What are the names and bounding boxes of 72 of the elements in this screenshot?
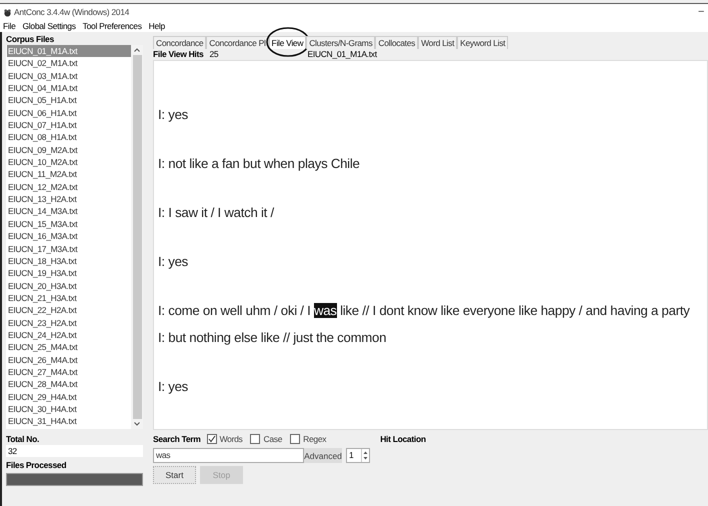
- hits-count: 25: [209, 49, 220, 60]
- file-list-item[interactable]: EIUCN_20_H3A.txt: [7, 280, 131, 292]
- file-list-item[interactable]: EIUCN_22_H2A.txt: [7, 304, 131, 317]
- file-list-item[interactable]: EIUCN_19_H3A.txt: [7, 267, 131, 280]
- file-list-item[interactable]: EIUCN_16_M3A.txt: [7, 230, 131, 242]
- file-list-item[interactable]: EIUCN_07_H1A.txt: [7, 119, 131, 132]
- file-list-item[interactable]: EIUCN_12_M2A.txt: [7, 180, 131, 194]
- text-line: I: yes: [158, 378, 190, 396]
- file-list-item[interactable]: EIUCN_13_H2A.txt: [7, 193, 131, 206]
- file-list-item[interactable]: EIUCN_08_H1A.txt: [7, 131, 131, 144]
- file-list-item[interactable]: EIUCN_02_M1A.txt: [7, 57, 131, 70]
- count-field: 32: [6, 445, 143, 457]
- file-list-item[interactable]: EIUCN_15_M3A.txt: [7, 218, 131, 230]
- menu-item[interactable]: Global Settings: [22, 20, 76, 32]
- file-list-item[interactable]: EIUCN_11_M2A.txt: [7, 168, 131, 181]
- menu-item[interactable]: File: [3, 20, 16, 32]
- check-icon: [208, 435, 216, 443]
- file-list-item[interactable]: EIUCN_04_M1A.txt: [7, 82, 131, 94]
- tab[interactable]: Clusters/N-Grams: [306, 36, 376, 49]
- label: Search Term: [153, 434, 201, 444]
- window-title: AntConc 3.4.4w (Windows) 2014: [14, 7, 130, 17]
- file-list-item[interactable]: EIUCN_24_H2A.txt: [7, 328, 131, 342]
- text-line: I: I saw it / I watch it /: [158, 204, 276, 222]
- file-list-item[interactable]: EIUCN_14_M3A.txt: [7, 205, 131, 218]
- tab[interactable]: Word List: [418, 36, 458, 49]
- file-name: EIUCN_01_M1A.txt: [307, 49, 377, 60]
- tab[interactable]: Keyword List: [457, 36, 508, 49]
- file-list-item[interactable]: EIUCN_23_H2A.txt: [7, 316, 131, 329]
- panel-heading: Total No.: [6, 434, 40, 445]
- file-list-item[interactable]: EIUCN_25_M4A.txt: [7, 341, 131, 354]
- file-list-item[interactable]: EIUCN_09_M2A.txt: [7, 144, 131, 156]
- file-list-item[interactable]: EIUCN_21_H3A.txt: [7, 292, 131, 304]
- text-line: I: not like a fan but when plays Chile: [158, 155, 361, 173]
- panel-heading: Corpus Files: [6, 34, 55, 45]
- file-list-item[interactable]: EIUCN_03_M1A.txt: [7, 70, 131, 82]
- checkbox[interactable]: Regex: [290, 434, 326, 444]
- file-list-item[interactable]: EIUCN_29_H4A.txt: [7, 390, 131, 403]
- file-list-item[interactable]: EIUCN_31_H4A.txt: [7, 415, 131, 428]
- label: File View Hits: [153, 49, 204, 60]
- app-icon: [3, 8, 12, 16]
- action-button[interactable]: Start: [153, 466, 196, 484]
- tab[interactable]: File View: [268, 36, 306, 49]
- scroll-up-icon[interactable]: [134, 48, 140, 52]
- spin-box[interactable]: 1: [346, 448, 370, 463]
- label: Hit Location: [380, 434, 426, 444]
- spinner-arrows-icon[interactable]: [362, 449, 369, 462]
- file-list-item[interactable]: EIUCN_30_H4A.txt: [7, 402, 131, 416]
- menu-item[interactable]: Help: [148, 20, 165, 32]
- file-list-item[interactable]: EIUCN_26_M4A.txt: [7, 354, 131, 366]
- file-list-item[interactable]: EIUCN_17_M3A.txt: [7, 242, 131, 255]
- tab[interactable]: Concordance: [153, 36, 206, 49]
- menu-item[interactable]: Tool Preferences: [82, 20, 142, 32]
- file-list-item[interactable]: EIUCN_28_M4A.txt: [7, 378, 131, 391]
- text-line: I: yes: [158, 253, 190, 271]
- text-line: I: but nothing else like // just the common: [158, 329, 388, 347]
- scrollbar[interactable]: [131, 45, 143, 429]
- file-list-item[interactable]: EIUCN_18_H3A.txt: [7, 254, 131, 268]
- checkbox[interactable]: Words: [206, 434, 242, 444]
- text-line: I: yes: [158, 106, 190, 124]
- tab[interactable]: Concordance Pl: [206, 36, 269, 49]
- file-list-item[interactable]: EIUCN_27_M4A.txt: [7, 366, 131, 378]
- text-line: I: come on well uhm / oki / I was like // I dont know like everyone like happy / and having a party: [158, 302, 691, 320]
- file-list-item[interactable]: EIUCN_05_H1A.txt: [7, 94, 131, 107]
- file-list-item[interactable]: EIUCN_10_M2A.txt: [7, 156, 131, 168]
- panel-heading: Files Processed: [6, 460, 68, 471]
- tab[interactable]: Collocates: [375, 36, 418, 49]
- minimize-button[interactable]: −: [694, 6, 708, 18]
- scroll-down-icon[interactable]: [134, 422, 140, 426]
- file-list-item[interactable]: EIUCN_06_H1A.txt: [7, 106, 131, 120]
- checkbox[interactable]: Case: [250, 434, 282, 444]
- search-field[interactable]: was: [153, 448, 304, 463]
- advanced-button[interactable]: Advanced: [304, 448, 342, 463]
